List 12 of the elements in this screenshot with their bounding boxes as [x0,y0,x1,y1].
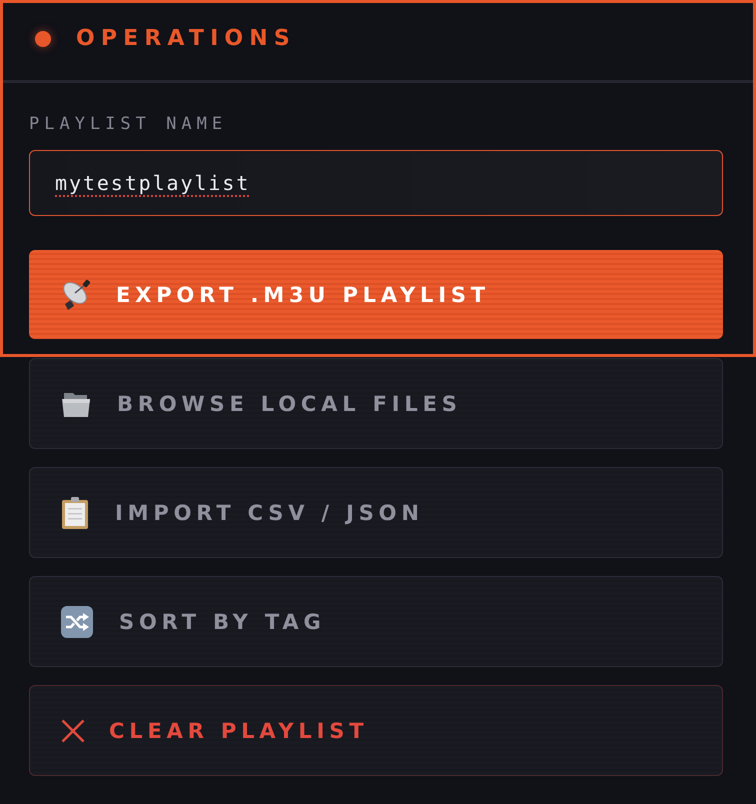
cross-icon [61,718,85,742]
field-label: PLAYLIST NAME [29,114,228,134]
panel-title: OPERATIONS [76,26,296,52]
clipboard-icon [61,496,89,528]
status-dot-icon [35,30,51,46]
import-button[interactable]: IMPORT CSV / JSON [29,467,723,558]
input-field[interactable]: mytestplaylist [29,150,723,216]
export-button[interactable]: EXPORT .M3U PLAYLIST [29,250,723,339]
browse-button[interactable]: BROWSE LOCAL FILES [29,358,723,449]
sort-button[interactable]: SORT BY TAG [29,576,723,667]
clear-button[interactable]: CLEAR PLAYLIST [29,685,723,776]
shuffle-icon [61,606,93,638]
